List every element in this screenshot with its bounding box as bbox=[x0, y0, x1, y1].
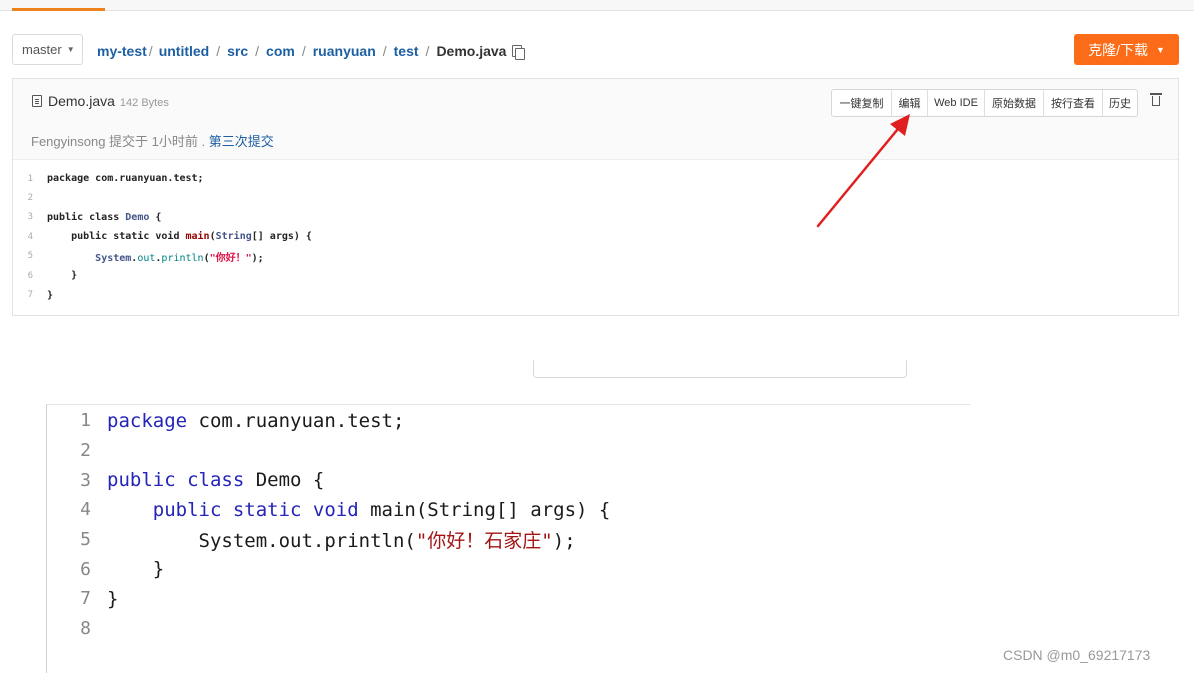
breadcrumb-link-ruanyuan[interactable]: ruanyuan bbox=[313, 43, 376, 59]
code-text: public class Demo { bbox=[107, 469, 325, 492]
code-preview: 1 package com.ruanyuan.test; 2 3 public … bbox=[13, 169, 1178, 305]
line-number: 2 bbox=[27, 193, 33, 204]
code-line: 5 System.out.println("你好！"); bbox=[13, 247, 1178, 266]
code-text: public class Demo { bbox=[47, 211, 162, 223]
file-title: Demo.java 142 Bytes bbox=[32, 93, 169, 109]
breadcrumb-link-src[interactable]: src bbox=[227, 43, 248, 59]
breadcrumb: my-test / untitled / src / com / ruanyua… bbox=[97, 41, 526, 61]
code-line: 1 package com.ruanyuan.test; bbox=[13, 169, 1178, 188]
active-tab-indicator bbox=[12, 8, 105, 11]
chevron-down-icon: ▼ bbox=[66, 45, 75, 54]
code-line: 4 public static void main(String[] args)… bbox=[13, 227, 1178, 246]
commit-author-text: Fengyinsong 提交于 1小时前 . bbox=[31, 134, 206, 149]
raw-button[interactable]: 原始数据 bbox=[985, 90, 1044, 116]
copy-path-icon[interactable] bbox=[512, 44, 526, 60]
code-text: } bbox=[107, 587, 119, 610]
breadcrumb-separator: / bbox=[425, 43, 430, 59]
line-number: 7 bbox=[80, 588, 91, 610]
csdn-watermark: CSDN @m0_69217173 bbox=[1003, 647, 1151, 663]
breadcrumb-separator: / bbox=[216, 43, 221, 59]
clone-download-label: 克隆/下载 bbox=[1088, 41, 1148, 58]
commit-message-link[interactable]: 第三次提交 bbox=[209, 134, 274, 149]
code-line: 7 } bbox=[13, 285, 1178, 304]
top-tab-strip bbox=[0, 0, 1194, 11]
commit-info: Fengyinsong 提交于 1小时前 . 第三次提交 bbox=[31, 131, 274, 150]
breadcrumb-separator: / bbox=[382, 43, 387, 59]
code-editor: 1 package com.ruanyuan.test; 2 3 public … bbox=[46, 404, 970, 673]
line-number: 7 bbox=[27, 290, 33, 301]
line-number: 8 bbox=[80, 618, 91, 640]
code-line: 6 } bbox=[47, 554, 970, 584]
line-number: 1 bbox=[80, 410, 91, 432]
file-name: Demo.java bbox=[48, 93, 115, 109]
code-line: 7 } bbox=[47, 584, 970, 614]
line-number: 6 bbox=[27, 270, 33, 281]
cropped-frame-edge bbox=[533, 360, 907, 378]
clone-download-button[interactable]: 克隆/下载 ▼ bbox=[1074, 34, 1179, 65]
history-button[interactable]: 历史 bbox=[1103, 90, 1137, 116]
line-number: 6 bbox=[80, 558, 91, 580]
view-by-line-button[interactable]: 按行查看 bbox=[1044, 90, 1103, 116]
breadcrumb-link-test[interactable]: test bbox=[394, 43, 419, 59]
line-number: 4 bbox=[80, 499, 91, 521]
breadcrumb-current-file: Demo.java bbox=[436, 43, 507, 59]
code-line: 3 public class Demo { bbox=[13, 208, 1178, 227]
breadcrumb-link-repo[interactable]: my-test bbox=[97, 43, 147, 59]
file-icon bbox=[32, 95, 42, 107]
code-line: 1 package com.ruanyuan.test; bbox=[47, 406, 970, 436]
chevron-down-icon: ▼ bbox=[1155, 44, 1165, 55]
breadcrumb-link-com[interactable]: com bbox=[266, 43, 295, 59]
line-number: 3 bbox=[27, 212, 33, 223]
code-text: System.out.println("你好！石家庄"); bbox=[107, 530, 576, 553]
branch-select-label: master bbox=[22, 42, 62, 57]
line-number: 4 bbox=[27, 231, 33, 242]
line-number: 5 bbox=[27, 251, 33, 262]
annotation-arrow bbox=[816, 114, 910, 228]
trash-icon[interactable] bbox=[1150, 92, 1162, 106]
line-number: 5 bbox=[80, 529, 91, 551]
code-line: 2 bbox=[47, 436, 970, 466]
file-size: 142 Bytes bbox=[119, 97, 169, 109]
code-text: } bbox=[107, 558, 165, 581]
breadcrumb-separator: / bbox=[255, 43, 260, 59]
breadcrumb-link-untitled[interactable]: untitled bbox=[159, 43, 210, 59]
line-number: 3 bbox=[80, 469, 91, 491]
code-text: } bbox=[47, 270, 78, 282]
code-line: 2 bbox=[13, 188, 1178, 207]
code-line: 4 public static void main(String[] args)… bbox=[47, 495, 970, 525]
code-text: } bbox=[47, 289, 54, 301]
code-text: package com.ruanyuan.test; bbox=[47, 173, 204, 185]
code-text: System.out.println("你好！"); bbox=[95, 252, 264, 264]
branch-select[interactable]: master ▼ bbox=[12, 34, 83, 65]
code-line: 8 bbox=[47, 614, 970, 644]
code-line: 5 System.out.println("你好！石家庄"); bbox=[47, 525, 970, 555]
line-number: 1 bbox=[27, 173, 33, 184]
breadcrumb-separator: / bbox=[301, 43, 306, 59]
file-viewer: Demo.java 142 Bytes 一键复制 编辑 Web IDE 原始数据… bbox=[12, 78, 1179, 316]
code-line: 3 public class Demo { bbox=[47, 465, 970, 495]
code-line: 6 } bbox=[13, 266, 1178, 285]
code-text: public static void main(String[] args) { bbox=[71, 231, 312, 243]
line-number: 2 bbox=[80, 440, 91, 462]
file-header: Demo.java 142 Bytes 一键复制 编辑 Web IDE 原始数据… bbox=[13, 79, 1178, 160]
code-text: public static void main(String[] args) { bbox=[152, 498, 611, 521]
breadcrumb-separator: / bbox=[148, 43, 153, 59]
code-text: package com.ruanyuan.test; bbox=[107, 409, 405, 432]
web-ide-button[interactable]: Web IDE bbox=[928, 90, 985, 116]
